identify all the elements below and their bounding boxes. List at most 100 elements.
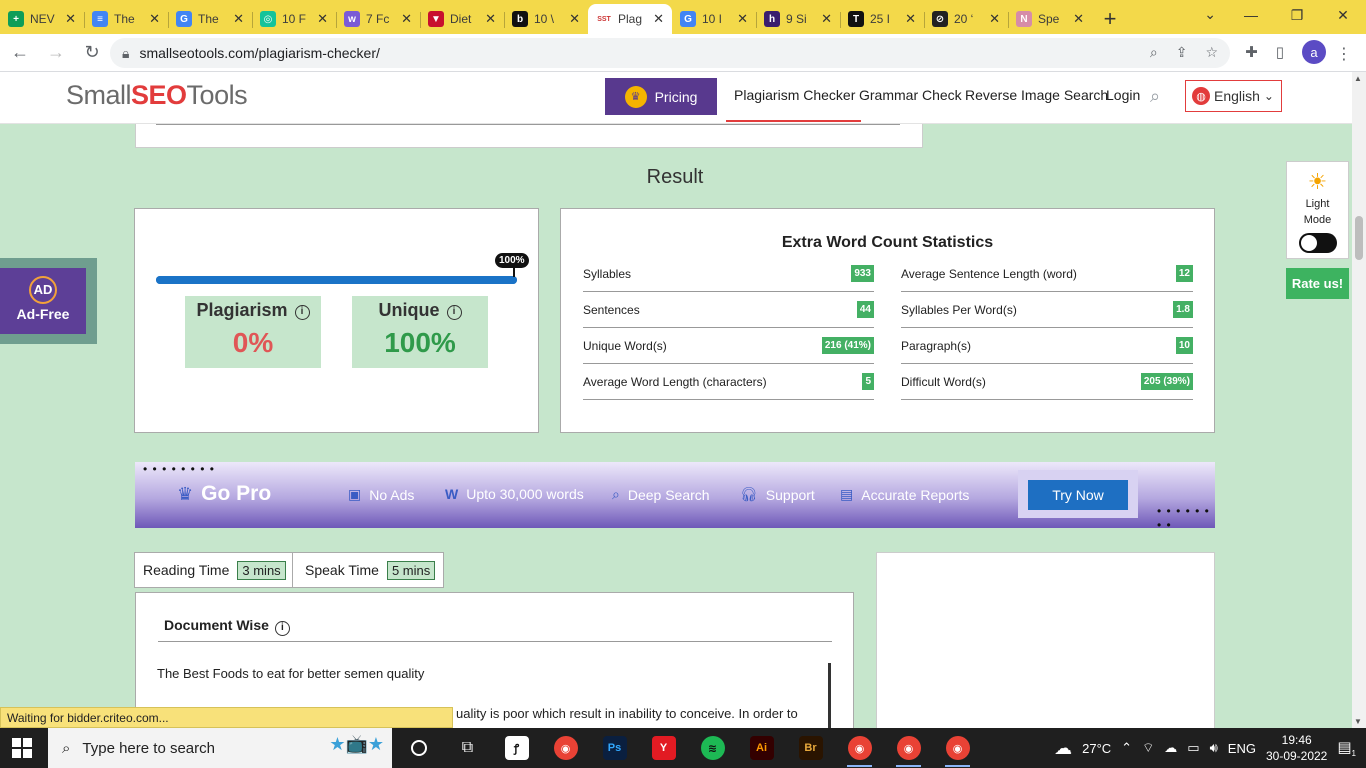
close-tab-icon[interactable]: ✕: [569, 11, 580, 27]
document-wise-heading: Document Wise: [164, 617, 269, 633]
scrollbar-thumb[interactable]: [1355, 216, 1363, 260]
browser-toolbar: ← → ↻ 🔒︎ smallseotools.com/plagiarism-ch…: [0, 34, 1366, 72]
weather-icon[interactable]: ☁: [1054, 738, 1072, 759]
close-tab-icon[interactable]: ✕: [233, 11, 244, 27]
browser-tab[interactable]: T 25 I ✕: [840, 4, 924, 34]
news-app-icon[interactable]: Y: [639, 728, 688, 768]
stat-row: Syllables Per Word(s) 1.8: [901, 292, 1193, 328]
search-icon[interactable]: ⌕: [1150, 86, 1160, 107]
pricing-button[interactable]: ♛ Pricing: [605, 78, 717, 115]
zoom-icon[interactable]: ⌕: [1150, 44, 1158, 61]
nav-login[interactable]: Login: [1106, 87, 1140, 103]
browser-tab[interactable]: G The ✕: [168, 4, 252, 34]
chrome-icon[interactable]: ◉: [541, 728, 590, 768]
close-tab-icon[interactable]: ✕: [989, 11, 1000, 27]
close-window-button[interactable]: ✕: [1320, 0, 1366, 30]
temperature[interactable]: 27°C: [1082, 741, 1111, 756]
extensions-icon[interactable]: ✚: [1245, 43, 1258, 61]
browser-menu-icon[interactable]: ⋮: [1336, 44, 1352, 64]
light-mode-toggle[interactable]: [1299, 233, 1337, 253]
info-icon[interactable]: i: [274, 621, 290, 636]
info-icon[interactable]: i: [446, 305, 462, 320]
info-icon[interactable]: i: [294, 305, 310, 320]
site-logo[interactable]: SmallSEOTools: [66, 80, 248, 111]
bridge-icon[interactable]: Br: [786, 728, 835, 768]
battery-icon[interactable]: ▭: [1187, 740, 1199, 756]
feature-no-ads: ▣ No Ads: [348, 486, 414, 503]
network-icon[interactable]: ⌔: [1142, 740, 1154, 756]
forward-button[interactable]: →: [40, 37, 72, 69]
reload-button[interactable]: ↻: [76, 37, 108, 69]
close-tab-icon[interactable]: ✕: [317, 11, 328, 27]
volume-icon[interactable]: 🔊︎: [1210, 740, 1218, 756]
close-tab-icon[interactable]: ✕: [65, 11, 76, 27]
chrome-profile-icon[interactable]: ◉: [884, 728, 933, 768]
rate-us-button[interactable]: Rate us!: [1286, 268, 1349, 299]
docs-icon: ≡: [92, 11, 108, 27]
scroll-up-arrow-icon[interactable]: ▲: [1354, 74, 1362, 83]
chrome-profile-icon[interactable]: ◉: [835, 728, 884, 768]
back-button[interactable]: ←: [4, 37, 36, 69]
taskbar-search-box[interactable]: ⌕ Type here to search ★📺★: [48, 728, 392, 768]
browser-tab[interactable]: b 10 \ ✕: [504, 4, 588, 34]
windows-start-icon[interactable]: [12, 738, 32, 758]
cortana-icon[interactable]: [394, 728, 443, 768]
nav-plagiarism-checker[interactable]: Plagiarism Checker: [725, 87, 862, 122]
nav-grammar-check[interactable]: Grammar Check: [859, 87, 962, 103]
browser-tab[interactable]: ◎ 10 F ✕: [252, 4, 336, 34]
task-view-icon[interactable]: ⧉: [443, 728, 492, 768]
new-tab-button[interactable]: +: [1092, 4, 1128, 34]
close-tab-icon[interactable]: ✕: [653, 11, 664, 27]
close-tab-icon[interactable]: ✕: [1073, 11, 1084, 27]
input-language[interactable]: ENG: [1228, 741, 1256, 756]
crown-icon: ♛: [177, 483, 194, 504]
browser-tab[interactable]: ≡ The ✕: [84, 4, 168, 34]
browser-tab[interactable]: ▼ Diet ✕: [420, 4, 504, 34]
close-tab-icon[interactable]: ✕: [905, 11, 916, 27]
spotify-icon[interactable]: ≋: [688, 728, 737, 768]
chevron-up-icon[interactable]: ⌃: [1121, 740, 1132, 756]
browser-tab[interactable]: w 7 Fc ✕: [336, 4, 420, 34]
language-select[interactable]: ◍ English ⌄: [1185, 80, 1282, 112]
illustrator-icon[interactable]: Ai: [737, 728, 786, 768]
onedrive-icon[interactable]: ☁: [1164, 740, 1177, 756]
profile-avatar[interactable]: a: [1302, 40, 1326, 64]
close-tab-icon[interactable]: ✕: [737, 11, 748, 27]
stat-row: Paragraph(s) 10: [901, 328, 1193, 364]
app-icon[interactable]: ꝭ: [492, 728, 541, 768]
feature-accurate-reports: ▤ Accurate Reports: [840, 486, 969, 503]
page-scrollbar[interactable]: ▲ ▼: [1352, 72, 1366, 728]
tab-title: Diet: [450, 12, 472, 26]
bookmark-star-icon[interactable]: ☆: [1205, 44, 1218, 61]
tab-search-icon[interactable]: ⌄: [1204, 6, 1216, 23]
browser-tab[interactable]: N Spe ✕: [1008, 4, 1092, 34]
light-mode-label: Light Mode: [1303, 198, 1332, 226]
minimize-button[interactable]: —: [1228, 0, 1274, 30]
scroll-down-arrow-icon[interactable]: ▼: [1354, 717, 1362, 726]
taskbar-clock[interactable]: 19:46 30-09-2022: [1266, 732, 1327, 764]
close-tab-icon[interactable]: ✕: [821, 11, 832, 27]
restore-button[interactable]: ❐: [1274, 0, 1320, 30]
close-tab-icon[interactable]: ✕: [149, 11, 160, 27]
chrome-profile-icon[interactable]: ◉: [933, 728, 982, 768]
browser-tab[interactable]: G 10 I ✕: [672, 4, 756, 34]
browser-tab[interactable]: + NEV ✕: [0, 4, 84, 34]
browser-tab[interactable]: h 9 Si ✕: [756, 4, 840, 34]
address-bar[interactable]: 🔒︎ smallseotools.com/plagiarism-checker/…: [110, 38, 1230, 68]
browser-tab[interactable]: SST Plag ✕: [588, 4, 672, 34]
nav-reverse-image-search[interactable]: Reverse Image Search: [965, 87, 1108, 103]
go-pro-banner: • • • • • • • • • • • • • • • • ♛ Go Pro…: [135, 462, 1215, 532]
try-now-button[interactable]: Try Now: [1028, 480, 1128, 510]
ad-free-widget[interactable]: AD Ad-Free: [0, 258, 97, 344]
report-icon: ▤: [840, 486, 854, 502]
photoshop-icon[interactable]: Ps: [590, 728, 639, 768]
compass-icon: ⊘: [932, 11, 948, 27]
side-panel-icon[interactable]: ▯: [1276, 43, 1284, 61]
notification-icon[interactable]: ▤1: [1337, 738, 1356, 758]
share-icon[interactable]: ⇪: [1176, 44, 1188, 61]
close-tab-icon[interactable]: ✕: [401, 11, 412, 27]
close-tab-icon[interactable]: ✕: [485, 11, 496, 27]
document-scrollbar[interactable]: [828, 663, 831, 733]
browser-tab[interactable]: ⊘ 20 ‘ ✕: [924, 4, 1008, 34]
tab-title: Spe: [1038, 12, 1060, 26]
